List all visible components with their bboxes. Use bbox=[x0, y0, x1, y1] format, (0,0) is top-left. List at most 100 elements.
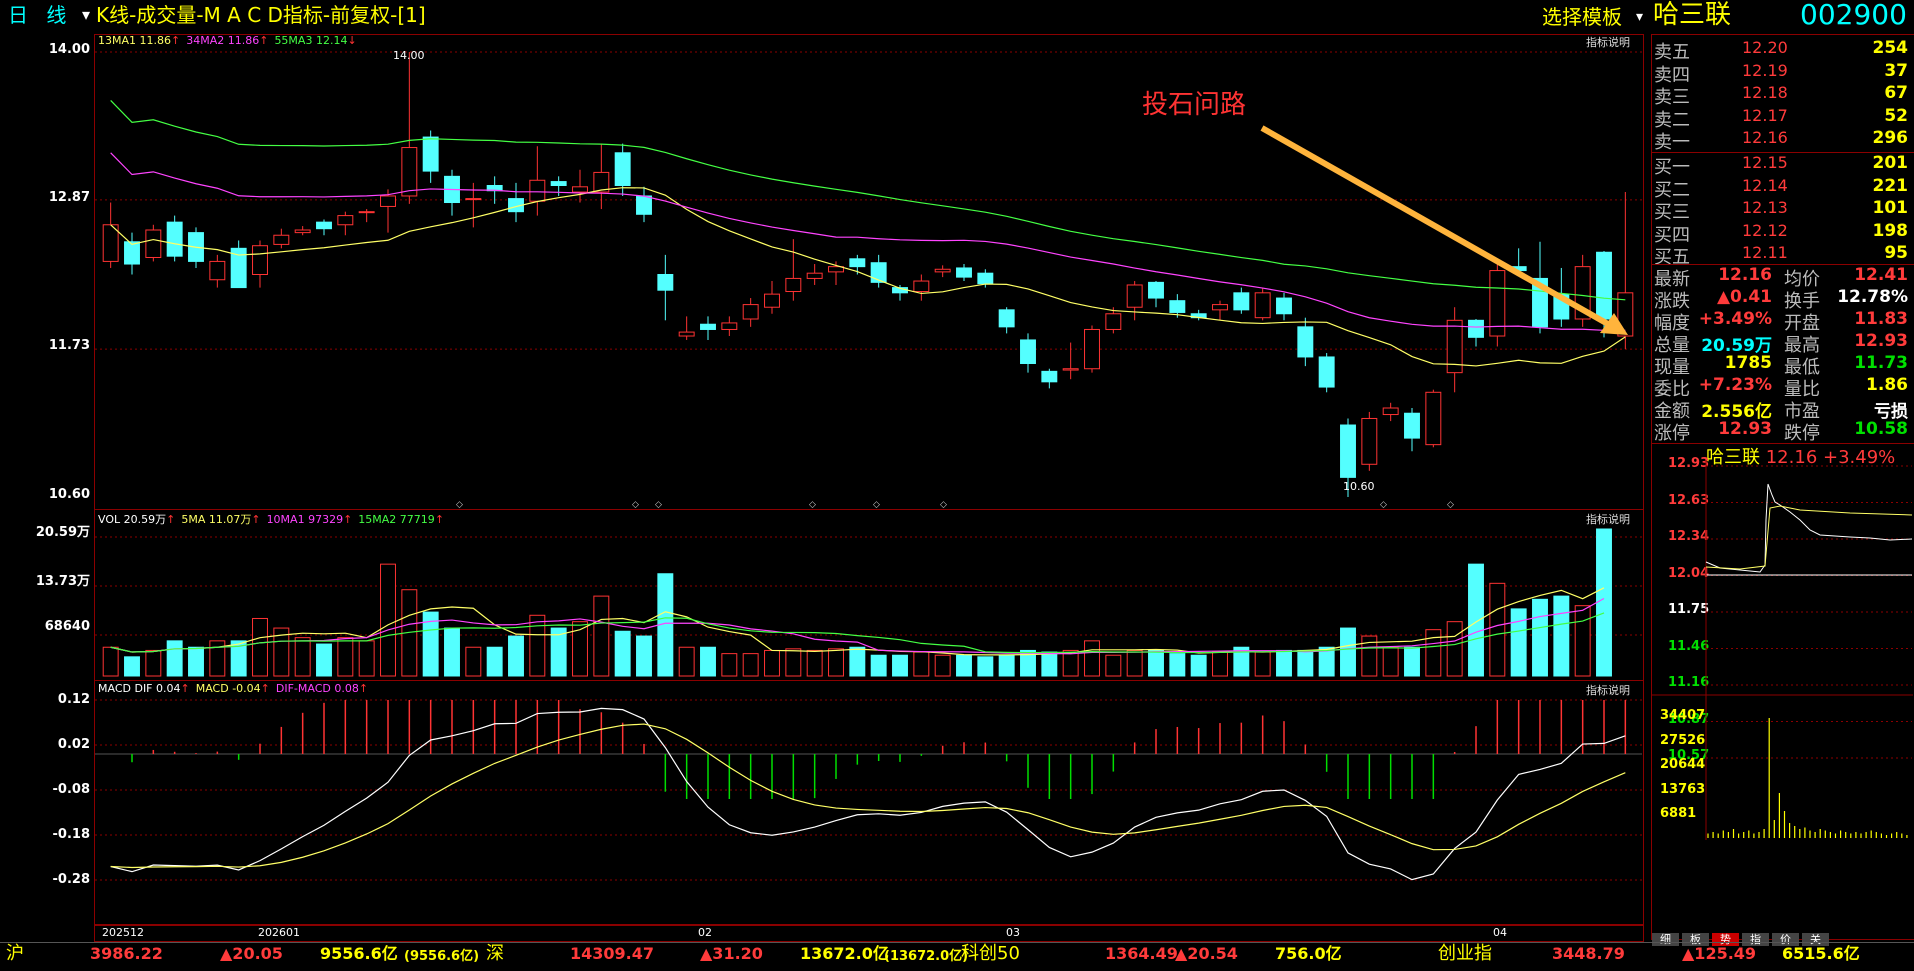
volume-y-tick: 20.59万 bbox=[35, 525, 90, 540]
buy-orders: 买一 12.15 201 买二 12.14 221 买三 12.13 101 买四 12.12 198… bbox=[1652, 153, 1914, 268]
index-label[interactable]: 创业指 bbox=[1438, 943, 1492, 965]
intraday-volume-tick: 27526 bbox=[1660, 732, 1706, 748]
index-label[interactable]: 深 bbox=[486, 943, 504, 965]
legend-item: 55MA3 12.14 bbox=[274, 34, 348, 47]
title-bar: 日 线 ▾ K线-成交量-M A C D指标-前复权-[1] 选择模板 ▾ 哈三… bbox=[0, 0, 1914, 34]
index-amount-prev: (13672.0亿) bbox=[884, 949, 969, 964]
order-row[interactable]: 买四 12.12 198 bbox=[1652, 220, 1914, 246]
order-row[interactable]: 卖一 12.16 296 bbox=[1652, 128, 1914, 153]
legend-item: VOL 20.59万 bbox=[98, 513, 167, 526]
kline-y-tick: 14.00 bbox=[48, 42, 90, 57]
index-label[interactable]: 沪 bbox=[6, 943, 24, 965]
legend-item: DIF-MACD 0.08 bbox=[275, 682, 359, 695]
quote-value: +7.23% bbox=[1698, 375, 1772, 395]
quote-value: 12.93 bbox=[1854, 331, 1908, 351]
legend-arrow: ↑ bbox=[358, 682, 369, 695]
period-selector[interactable]: 日 线 bbox=[8, 2, 72, 28]
kline-panel[interactable] bbox=[94, 34, 1644, 510]
template-dropdown-icon[interactable]: ▾ bbox=[1636, 4, 1643, 30]
side-tabs: 细板势指价关 bbox=[1652, 928, 1832, 946]
quote-row: 涨停 12.93 跌停 10.58 bbox=[1652, 419, 1914, 444]
intraday-price: 12.16 bbox=[1765, 447, 1818, 468]
index-label[interactable]: 科创50 bbox=[961, 943, 1020, 965]
x-axis-bar bbox=[94, 924, 1644, 942]
kline-help-link[interactable]: 指标说明 bbox=[1586, 34, 1630, 50]
quote-row: 涨跌 ▲0.41 换手 12.78% bbox=[1652, 287, 1914, 312]
intraday-title: 哈三联 12.16 +3.49% bbox=[1706, 443, 1895, 469]
quote-value: 12.78% bbox=[1837, 287, 1908, 307]
chart-title: K线-成交量-M A C D指标-前复权-[1] bbox=[96, 3, 426, 27]
order-volume: 101 bbox=[1872, 198, 1909, 219]
intraday-price-tick: 11.16 bbox=[1668, 675, 1710, 690]
legend-item: 10MA1 97329 bbox=[266, 513, 344, 526]
quote-value: 10.58 bbox=[1854, 419, 1908, 439]
macd-y-tick: -0.08 bbox=[52, 782, 90, 797]
order-row[interactable]: 卖四 12.19 37 bbox=[1652, 60, 1914, 86]
order-volume: 221 bbox=[1872, 175, 1909, 196]
quote-row: 现量 1785 最低 11.73 bbox=[1652, 353, 1914, 378]
legend-item: MACD DIF 0.04 bbox=[98, 682, 181, 695]
x-tick: 03 bbox=[1006, 926, 1020, 939]
order-row[interactable]: 卖五 12.20 254 bbox=[1652, 38, 1914, 63]
order-row[interactable]: 买一 12.15 201 bbox=[1652, 153, 1914, 178]
index-amount: 6515.6亿 bbox=[1782, 944, 1860, 963]
quote-value: 12.93 bbox=[1718, 419, 1772, 439]
order-row[interactable]: 买二 12.14 221 bbox=[1652, 175, 1914, 201]
order-row[interactable]: 买三 12.13 101 bbox=[1652, 198, 1914, 223]
order-price: 12.18 bbox=[1742, 83, 1788, 103]
macd-y-tick: 0.02 bbox=[57, 737, 90, 752]
volume-panel[interactable] bbox=[94, 509, 1644, 681]
quote-row: 幅度 +3.49% 开盘 11.83 bbox=[1652, 309, 1914, 334]
order-price: 12.19 bbox=[1742, 60, 1788, 80]
legend-arrow: ↑ bbox=[343, 513, 353, 526]
order-row[interactable]: 卖二 12.17 52 bbox=[1652, 105, 1914, 131]
volume-help-link[interactable]: 指标说明 bbox=[1586, 511, 1630, 527]
legend-item: 34MA2 11.86 bbox=[186, 34, 260, 47]
legend-item: 15MA2 77719 bbox=[358, 513, 435, 526]
order-price: 12.16 bbox=[1742, 128, 1788, 148]
legend-arrow: ↑ bbox=[251, 513, 261, 526]
kline-y-tick: 10.60 bbox=[48, 487, 90, 502]
index-value: 14309.47 bbox=[570, 944, 655, 963]
index-amount: 9556.6亿 bbox=[320, 944, 398, 963]
index-change: ▲125.49 bbox=[1682, 944, 1757, 963]
intraday-change: +3.49% bbox=[1823, 447, 1896, 468]
quote-value: 11.83 bbox=[1854, 309, 1908, 329]
intraday-stock-name: 哈三联 bbox=[1706, 447, 1760, 468]
period-dropdown-icon[interactable]: ▾ bbox=[82, 2, 90, 28]
quote-value: 12.41 bbox=[1854, 265, 1908, 285]
macd-panel[interactable] bbox=[94, 680, 1644, 926]
index-value: 3448.79 bbox=[1552, 944, 1625, 963]
quote-value: +3.49% bbox=[1698, 309, 1772, 329]
quote-value: 11.73 bbox=[1854, 353, 1908, 373]
macd-help-link[interactable]: 指标说明 bbox=[1586, 682, 1630, 698]
quote-value: ▲0.41 bbox=[1716, 287, 1772, 307]
order-volume: 67 bbox=[1884, 83, 1908, 104]
template-select[interactable]: 选择模板 bbox=[1542, 4, 1622, 30]
order-row[interactable]: 买五 12.11 95 bbox=[1652, 243, 1914, 268]
intraday-volume-tick: 13763 bbox=[1660, 781, 1706, 797]
legend-item: 13MA1 11.86 bbox=[98, 34, 171, 47]
intraday-volume-tick: 20644 bbox=[1660, 757, 1706, 772]
status-bar: 沪 3986.22 ▲20.05 9556.6亿 (9556.6亿) 深 14309.47 ▲… bbox=[0, 942, 1914, 971]
high-price-label: 14.00 bbox=[393, 49, 425, 62]
kline-y-tick: 11.73 bbox=[48, 338, 90, 353]
intraday-panel[interactable] bbox=[1651, 443, 1914, 940]
intraday-price-tick: 11.75 bbox=[1668, 602, 1710, 617]
quote-value: 12.16 bbox=[1718, 265, 1772, 285]
order-volume: 296 bbox=[1872, 128, 1909, 149]
macd-legend: MACD DIF 0.04↑ MACD -0.04↑ DIF-MACD 0.08↑ bbox=[98, 682, 374, 695]
index-value: 1364.49 bbox=[1105, 944, 1178, 963]
intraday-price-tick: 12.04 bbox=[1668, 565, 1710, 581]
index-change: ▲31.20 bbox=[700, 944, 763, 963]
legend-arrow: ↑ bbox=[166, 513, 176, 526]
index-amount-prev: (9556.6亿) bbox=[404, 949, 480, 964]
quote-row: 最新 12.16 均价 12.41 bbox=[1652, 265, 1914, 290]
quote-stats: 最新 12.16 均价 12.41 涨跌 ▲0.41 换手 12.78% 幅度 +3.49% 开盘 1… bbox=[1652, 265, 1914, 444]
order-row[interactable]: 卖三 12.18 67 bbox=[1652, 83, 1914, 108]
index-amount: 756.0亿 bbox=[1275, 944, 1342, 963]
macd-y-tick: -0.18 bbox=[52, 827, 90, 842]
order-volume: 37 bbox=[1884, 60, 1908, 81]
order-volume: 52 bbox=[1884, 105, 1908, 126]
order-volume: 198 bbox=[1872, 220, 1909, 241]
